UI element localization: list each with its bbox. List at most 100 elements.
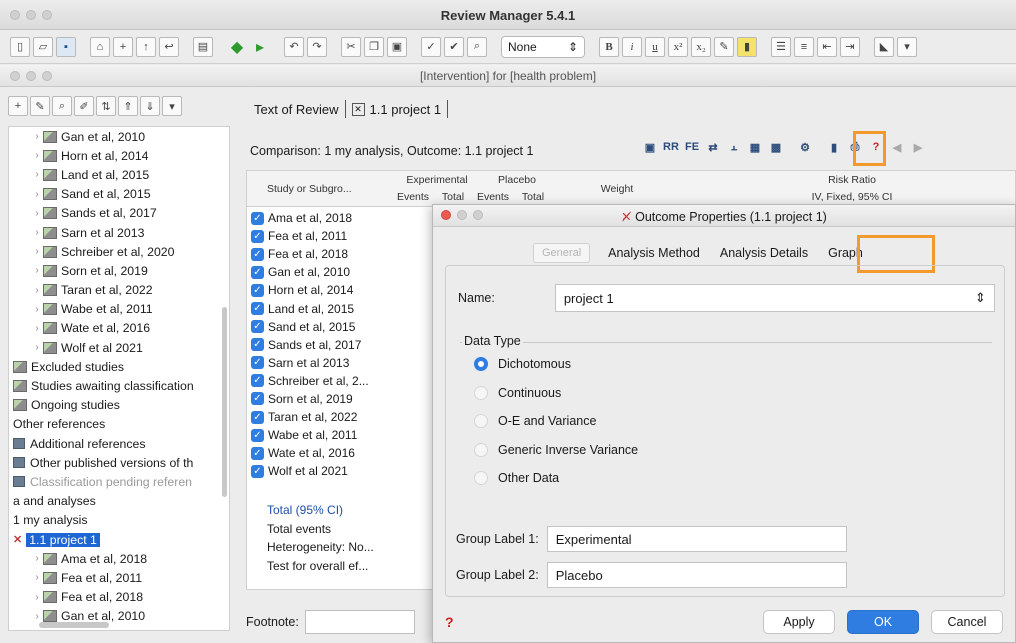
data-type-radio[interactable]: Other Data bbox=[474, 471, 559, 485]
study-name[interactable]: Sarn et al 2013 bbox=[268, 356, 349, 370]
include-checkbox[interactable]: ✓ bbox=[251, 446, 264, 460]
cancel-button[interactable]: Cancel bbox=[931, 610, 1003, 634]
radio-button[interactable] bbox=[474, 442, 488, 457]
study-name[interactable]: Fea et al, 2018 bbox=[268, 247, 348, 261]
include-checkbox[interactable]: ✓ bbox=[251, 320, 264, 334]
expand-chevron-icon[interactable]: › bbox=[31, 169, 43, 180]
radio-button[interactable] bbox=[474, 385, 488, 400]
expand-chevron-icon[interactable]: › bbox=[31, 592, 43, 603]
italic-icon[interactable]: i bbox=[622, 36, 642, 57]
dialog-help-icon[interactable]: ? bbox=[445, 614, 454, 630]
back-arrow-icon[interactable]: ◆ bbox=[227, 37, 247, 57]
include-checkbox[interactable]: ✓ bbox=[251, 374, 264, 388]
include-checkbox[interactable]: ✓ bbox=[251, 392, 264, 406]
tree-item[interactable]: › Wabe et al, 2011 bbox=[9, 300, 229, 319]
include-checkbox[interactable]: ✓ bbox=[251, 229, 264, 243]
tree-item[interactable]: › Schreiber et al, 2020 bbox=[9, 242, 229, 261]
expand-chevron-icon[interactable]: › bbox=[31, 265, 43, 276]
numbered-list-icon[interactable]: ≡ bbox=[794, 36, 814, 57]
new-document-icon[interactable]: ▯ bbox=[10, 36, 30, 57]
tree-item[interactable]: › Ama et al, 2018 bbox=[9, 549, 229, 568]
insert-object-icon[interactable]: ◣ bbox=[874, 36, 894, 57]
tab-general[interactable]: General bbox=[533, 243, 591, 263]
include-checkbox[interactable]: ✓ bbox=[251, 428, 264, 442]
tree-item[interactable]: › Gan et al, 2010 bbox=[9, 127, 229, 146]
radio-button[interactable] bbox=[474, 414, 488, 428]
expand-chevron-icon[interactable]: › bbox=[31, 572, 43, 583]
study-name[interactable]: Ama et al, 2018 bbox=[268, 211, 352, 225]
expand-chevron-icon[interactable]: › bbox=[31, 342, 43, 353]
indent-icon[interactable]: ⇥ bbox=[840, 36, 860, 57]
paste-icon[interactable]: ▣ bbox=[387, 36, 407, 57]
tab-project-1[interactable]: ✕ 1.1 project 1 bbox=[346, 102, 448, 117]
expand-chevron-icon[interactable]: › bbox=[31, 227, 43, 238]
superscript-icon[interactable]: x² bbox=[668, 36, 688, 57]
move-down-icon[interactable]: ⇓ bbox=[140, 96, 160, 116]
include-checkbox[interactable]: ✓ bbox=[251, 464, 264, 478]
tree-item[interactable]: › Sorn et al, 2019 bbox=[9, 261, 229, 280]
swap-icon[interactable]: ⇄ bbox=[705, 138, 721, 156]
data-type-radio[interactable]: Dichotomous bbox=[474, 357, 571, 371]
expand-chevron-icon[interactable]: › bbox=[31, 131, 43, 142]
tree-item[interactable]: › Fea et al, 2011 bbox=[9, 568, 229, 587]
print-icon[interactable]: ▤ bbox=[193, 36, 213, 57]
funnel-plot-icon[interactable]: ▩ bbox=[768, 138, 784, 156]
underline-icon[interactable]: u bbox=[645, 36, 665, 57]
tree-dropdown-icon[interactable]: ▾ bbox=[162, 96, 182, 116]
tree-scrollbar[interactable] bbox=[222, 307, 227, 497]
tree-item[interactable]: Additional references bbox=[9, 434, 229, 453]
radio-button[interactable] bbox=[474, 471, 488, 485]
redo-icon[interactable]: ↷ bbox=[307, 36, 327, 57]
color-icon[interactable]: ▮ bbox=[737, 36, 757, 57]
subscript-icon[interactable]: x₂ bbox=[691, 36, 711, 57]
radio-button[interactable] bbox=[474, 357, 488, 371]
risk-ratio-button[interactable]: RR bbox=[663, 138, 679, 156]
style-select[interactable]: None ⇕ bbox=[501, 35, 585, 58]
notes-icon[interactable]: ▮ bbox=[826, 138, 842, 156]
prev-arrow-icon[interactable]: ◀ bbox=[889, 138, 905, 156]
bold-icon[interactable]: B bbox=[599, 36, 619, 57]
tree-item[interactable]: › Wolf et al 2021 bbox=[9, 338, 229, 357]
tree-item[interactable]: › Land et al, 2015 bbox=[9, 165, 229, 184]
tree-item[interactable]: › Taran et al, 2022 bbox=[9, 281, 229, 300]
tree-item[interactable]: ✕ 1.1 project 1 bbox=[9, 530, 229, 549]
open-folder-icon[interactable]: ▱ bbox=[33, 36, 53, 57]
expand-chevron-icon[interactable]: › bbox=[31, 323, 43, 334]
tree-item[interactable]: Excluded studies bbox=[9, 357, 229, 376]
tree-horizontal-scrollbar[interactable] bbox=[39, 622, 109, 628]
undo-icon[interactable]: ↶ bbox=[284, 36, 304, 57]
forest-plot-icon[interactable]: ⫠ bbox=[726, 138, 742, 156]
data-type-radio[interactable]: O-E and Variance bbox=[474, 414, 596, 428]
tree-item[interactable]: › Sand et al, 2015 bbox=[9, 185, 229, 204]
apply-button[interactable]: Apply bbox=[763, 610, 835, 634]
cut-icon[interactable]: ✂ bbox=[341, 36, 361, 57]
next-arrow-icon[interactable]: ▶ bbox=[910, 138, 926, 156]
outdent-icon[interactable]: ⇤ bbox=[817, 36, 837, 57]
study-name[interactable]: Wabe et al, 2011 bbox=[268, 428, 357, 442]
sort-icon[interactable]: ⇅ bbox=[96, 96, 116, 116]
edit-item-icon[interactable]: ✎ bbox=[30, 96, 50, 116]
include-checkbox[interactable]: ✓ bbox=[251, 247, 264, 261]
spellcheck-all-icon[interactable]: ✔ bbox=[444, 36, 464, 57]
study-name[interactable]: Gan et al, 2010 bbox=[268, 265, 350, 279]
expand-chevron-icon[interactable]: › bbox=[31, 304, 43, 315]
include-checkbox[interactable]: ✓ bbox=[251, 302, 264, 316]
study-name[interactable]: Wate et al, 2016 bbox=[268, 446, 355, 460]
more-dropdown-icon[interactable]: ▾ bbox=[897, 36, 917, 57]
fixed-effect-button[interactable]: FE bbox=[684, 138, 700, 156]
tree-back-icon[interactable]: ↩ bbox=[159, 36, 179, 57]
forward-arrow-icon[interactable]: ▸ bbox=[250, 37, 270, 57]
stepper-icon[interactable]: ⇕ bbox=[975, 290, 986, 306]
name-input[interactable]: project 1 ⇕ bbox=[554, 284, 995, 312]
tree-item[interactable]: › Fea et al, 2018 bbox=[9, 588, 229, 607]
expand-chevron-icon[interactable]: › bbox=[31, 189, 43, 200]
add-study-icon[interactable]: + bbox=[113, 36, 133, 57]
tab-analysis-method[interactable]: Analysis Method bbox=[598, 241, 710, 265]
tree-item[interactable]: › Sands et al, 2017 bbox=[9, 204, 229, 223]
tab-analysis-details[interactable]: Analysis Details bbox=[710, 241, 818, 265]
copy-icon[interactable]: ❐ bbox=[364, 36, 384, 57]
add-study-data-icon[interactable]: ▣ bbox=[642, 138, 658, 156]
study-name[interactable]: Fea et al, 2011 bbox=[268, 229, 347, 243]
expand-chevron-icon[interactable]: › bbox=[31, 150, 43, 161]
expand-chevron-icon[interactable]: › bbox=[31, 553, 43, 564]
